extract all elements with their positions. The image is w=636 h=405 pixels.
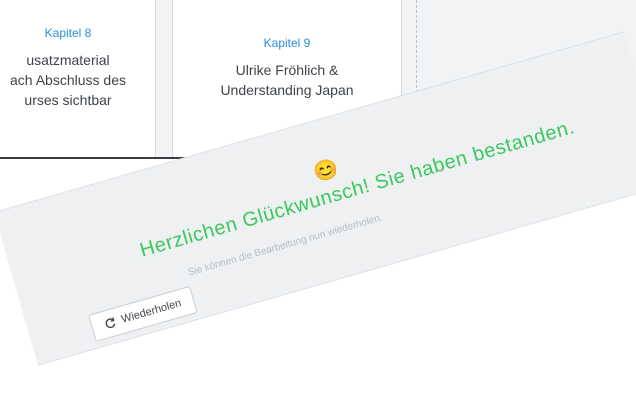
chapter-description: Ulrike Fröhlich & Understanding Japan xyxy=(220,62,354,98)
chapter-description: usatzmaterial ach Abschluss des urses si… xyxy=(10,52,126,108)
chapter-card-8[interactable]: Kapitel 8 usatzmaterial ach Abschluss de… xyxy=(0,0,156,158)
repeat-button[interactable]: Wiederholen xyxy=(88,285,198,342)
repeat-button-label: Wiederholen xyxy=(120,297,183,326)
redo-icon xyxy=(103,316,118,331)
chapter-title: Kapitel 9 xyxy=(263,36,311,50)
chapter-title: Kapitel 8 xyxy=(44,26,92,40)
smile-icon: 😊 xyxy=(310,156,341,185)
